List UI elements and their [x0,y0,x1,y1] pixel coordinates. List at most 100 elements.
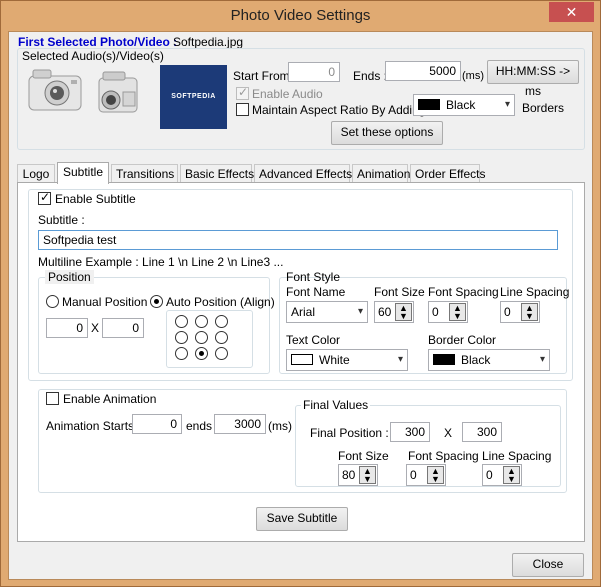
border-color-value: Black [446,98,476,112]
tab-order-effects[interactable]: Order Effects [410,164,485,183]
font-size-label: Font Size [374,285,425,299]
align-cell-middle-left[interactable] [175,331,188,344]
final-position-y-input[interactable]: 300 [462,422,502,442]
start-from-label: Start From : [233,69,297,83]
final-font-spacing-label: Font Spacing [408,449,479,463]
final-font-size-spinner[interactable]: 80 ▲ ▼ [338,464,378,486]
spin-arrows-icon[interactable]: ▲ ▼ [395,303,412,321]
align-cell-middle-center[interactable] [195,331,208,344]
align-cell-top-left[interactable] [175,315,188,328]
animation-starts-input[interactable]: 0 [132,414,182,434]
media-thumbnail: SOFTPEDIA [160,65,227,129]
close-button[interactable]: Close [512,553,584,577]
font-spacing-value: 0 [432,305,439,319]
set-options-button[interactable]: Set these options [331,121,443,145]
black-swatch [433,354,455,365]
line-spacing-label: Line Spacing [500,285,570,299]
white-swatch [291,354,313,365]
text-color-combo[interactable]: White ▾ [286,349,408,371]
final-font-spacing-spinner[interactable]: 0 ▲ ▼ [406,464,446,486]
ends-input[interactable]: 5000 [385,61,461,81]
ends-ms-label: (ms) [462,70,484,82]
window-title: Photo Video Settings [230,7,371,24]
black-swatch [418,99,440,110]
animation-ms-label: (ms) [268,419,292,433]
font-name-value: Arial [291,305,316,319]
tab-transitions[interactable]: Transitions [111,164,178,183]
tab-animation[interactable]: Animation [352,164,410,183]
font-spacing-spinner[interactable]: 0 ▲ ▼ [428,301,468,323]
subtitle-tab-panel: Enable Subtitle Subtitle : Softpedia tes… [17,182,585,542]
window-close-button[interactable]: ✕ [549,2,594,22]
enable-subtitle-checkbox[interactable] [38,190,51,205]
manual-position-label: Manual Position [62,295,148,309]
maintain-aspect-label: Maintain Aspect Ratio By Adding [252,103,426,117]
spin-arrows-icon[interactable]: ▲ ▼ [427,466,444,484]
final-line-spacing-value: 0 [486,468,493,482]
chevron-down-icon: ▾ [539,354,545,365]
position-y-input[interactable]: 0 [102,318,144,338]
spin-arrows-icon[interactable]: ▲ ▼ [503,466,520,484]
font-size-spinner[interactable]: 60 ▲ ▼ [374,301,414,323]
first-selected-value: Softpedia.jpg [173,35,244,49]
tab-advanced-effects[interactable]: Advanced Effects [254,164,352,183]
manual-position-radio[interactable] [46,295,59,308]
hhmmss-convert-button[interactable]: HH:MM:SS -> ms [487,60,579,98]
align-cell-bottom-right[interactable] [215,347,228,360]
final-position-x-input[interactable]: 300 [390,422,430,442]
window: Photo Video Settings ✕ First Selected Ph… [0,0,601,587]
line-spacing-spinner[interactable]: 0 ▲ ▼ [500,301,540,323]
position-x-separator: X [91,321,100,335]
spin-arrows-icon[interactable]: ▲ ▼ [359,466,376,484]
animation-ends-input[interactable]: 3000 [214,414,266,434]
ends-label: Ends : [353,69,388,83]
border-color-combo[interactable]: Black ▾ [413,94,515,116]
borders-label: Borders [522,101,565,115]
auto-position-radio[interactable] [150,295,163,308]
align-cell-bottom-center[interactable] [195,347,208,360]
subtitle-label: Subtitle : [38,213,85,227]
chevron-down-icon: ▾ [504,99,510,110]
align-cell-bottom-left[interactable] [175,347,188,360]
chevron-down-icon: ▾ [357,306,363,317]
maintain-aspect-checkbox[interactable] [236,103,249,116]
enable-audio-checkbox[interactable] [236,85,249,100]
font-spacing-label: Font Spacing [428,285,499,299]
final-line-spacing-spinner[interactable]: 0 ▲ ▼ [482,464,522,486]
start-from-input[interactable]: 0 [288,62,340,82]
multiline-example-label: Multiline Example : Line 1 \n Line 2 \n … [38,255,284,269]
final-position-label: Final Position : [310,426,389,440]
title-bar: Photo Video Settings ✕ [1,1,600,31]
text-color-label: Text Color [286,333,341,347]
auto-position-label: Auto Position (Align) [166,295,275,309]
client-area: First Selected Photo/Video : Softpedia.j… [8,31,593,580]
final-line-spacing-label: Line Spacing [482,449,552,463]
align-cell-middle-right[interactable] [215,331,228,344]
spin-arrows-icon[interactable]: ▲ ▼ [521,303,538,321]
subtitle-border-color-combo[interactable]: Black ▾ [428,349,550,371]
position-group-title: Position [45,270,94,284]
font-name-label: Font Name [286,285,346,299]
selected-audio-label: Selected Audio(s)/Video(s) [22,49,164,63]
align-cell-top-right[interactable] [215,315,228,328]
tab-logo[interactable]: Logo [17,164,55,183]
save-subtitle-button[interactable]: Save Subtitle [256,507,348,531]
first-selected-label: First Selected Photo/Video : [18,35,178,49]
subtitle-border-color-value: Black [461,353,491,367]
tab-subtitle[interactable]: Subtitle [57,162,109,184]
subtitle-input[interactable]: Softpedia test [38,230,558,250]
border-color-label: Border Color [428,333,497,347]
position-x-input[interactable]: 0 [46,318,88,338]
font-style-group-title: Font Style [286,270,341,284]
enable-animation-label: Enable Animation [63,392,157,406]
enable-audio-label: Enable Audio [252,87,323,101]
final-font-spacing-value: 0 [410,468,417,482]
chevron-down-icon: ▾ [397,354,403,365]
font-name-combo[interactable]: Arial ▾ [286,301,368,323]
enable-animation-checkbox[interactable] [46,392,59,405]
text-color-value: White [319,353,350,367]
spin-arrows-icon[interactable]: ▲ ▼ [449,303,466,321]
final-font-size-label: Font Size [338,449,389,463]
tab-basic-effects[interactable]: Basic Effects [180,164,254,183]
align-cell-top-center[interactable] [195,315,208,328]
